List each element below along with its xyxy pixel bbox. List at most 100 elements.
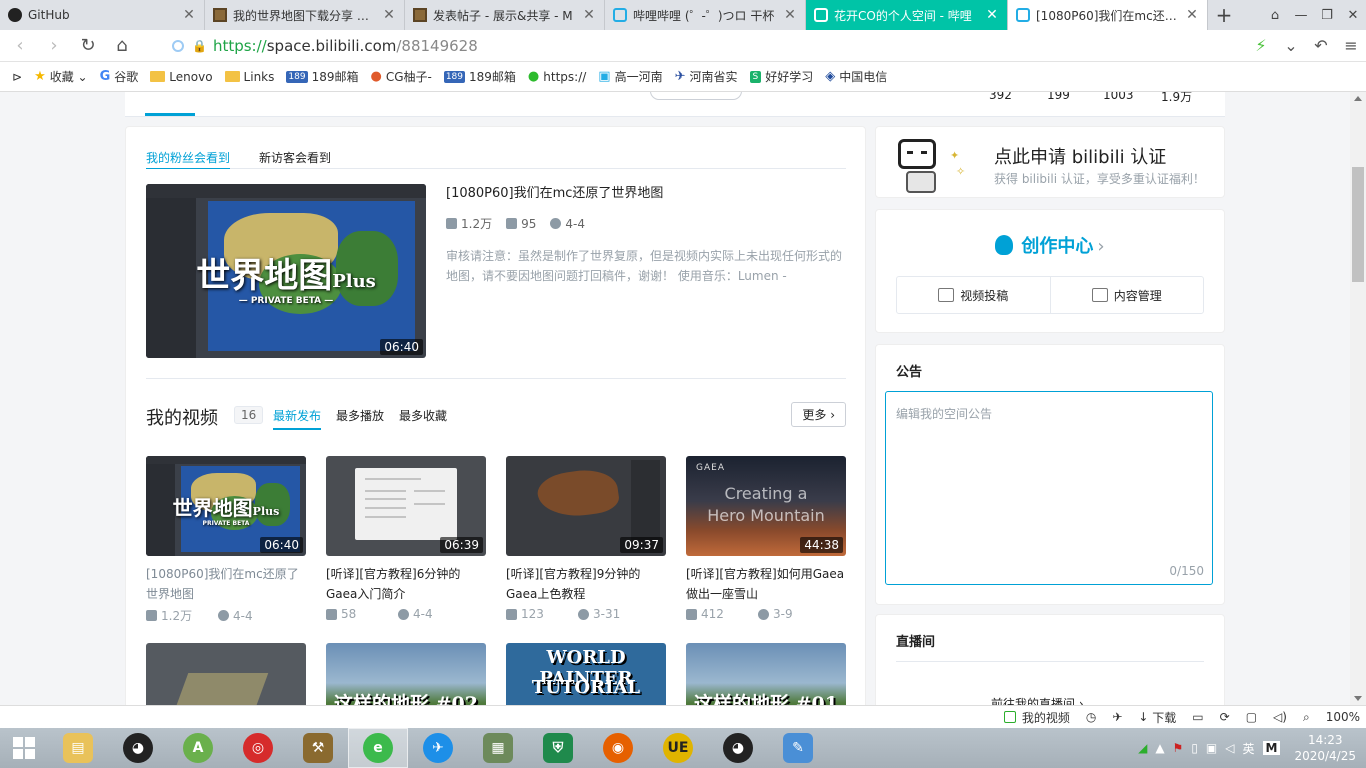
close-icon[interactable]: ✕ [783, 7, 797, 23]
start-button[interactable] [0, 728, 48, 768]
tab-bilibili-video[interactable]: [1080P60]我们在mc还原了 ✕ [1008, 0, 1208, 30]
close-icon[interactable]: ✕ [1185, 7, 1199, 23]
close-icon[interactable]: ✕ [582, 7, 596, 23]
menu-icon[interactable]: ≡ [1336, 36, 1366, 55]
video-thumbnail[interactable]: WORLD PAINTER TUTORIAL [506, 643, 666, 705]
video-thumbnail[interactable]: 06:39 [326, 456, 486, 556]
creator-center-link[interactable]: 创作中心 › [876, 232, 1224, 258]
skin-icon[interactable]: ⌂ [1262, 0, 1288, 30]
video-card[interactable]: 这样的地形 #02 [326, 643, 486, 705]
upload-video-button[interactable]: 视频投稿 [897, 277, 1051, 313]
clock[interactable]: 14:23 2020/4/25 [1294, 732, 1356, 764]
volume-icon[interactable]: ◁) [1273, 710, 1287, 724]
edit-profile-button[interactable] [650, 92, 742, 100]
undo-icon[interactable]: ↶ [1306, 36, 1336, 55]
sort-most-favorited[interactable]: 最多收藏 [399, 407, 447, 424]
video-title[interactable]: [1080P60]我们在mc还原了世界地图 [146, 564, 306, 604]
bookmark-study[interactable]: S 好好学习 [749, 68, 813, 85]
taskbar-netease-music[interactable]: ◎ [228, 728, 288, 768]
maximize-icon[interactable]: ❐ [1314, 0, 1340, 30]
home-icon[interactable]: ⌂ [108, 32, 136, 60]
window-icon[interactable]: ▢ [1246, 710, 1257, 724]
taskbar-360-browser[interactable]: e [348, 728, 408, 768]
taskbar-qq-2[interactable]: ◕ [708, 728, 768, 768]
video-thumbnail[interactable]: 09:37 [506, 456, 666, 556]
video-card[interactable]: GAEA Creating a Hero Mountain 44:38 [听译]… [686, 456, 846, 621]
minimize-icon[interactable]: — [1288, 0, 1314, 30]
video-thumbnail[interactable]: GAEA Creating a Hero Mountain 44:38 [686, 456, 846, 556]
taskbar-file-explorer[interactable]: ▤ [48, 728, 108, 768]
reader-icon[interactable]: ▭ [1192, 710, 1203, 724]
video-card[interactable]: 06:39 [听译][官方教程]6分钟的Gaea入门简介 58 4-4 [326, 456, 486, 621]
wifi-icon[interactable]: ◢ [1138, 741, 1147, 755]
video-thumbnail[interactable]: 这样的地形 #01 [686, 643, 846, 705]
status-download[interactable]: ↓ 下载 [1138, 709, 1176, 726]
video-card[interactable]: WORLD PAINTER TUTORIAL [506, 643, 666, 705]
url-field[interactable]: 🔒 https:// space.bilibili.com /88149628 [172, 37, 1232, 55]
close-icon[interactable]: ✕ [382, 7, 396, 23]
tab-fans-view[interactable]: 我的粉丝会看到 [146, 149, 231, 169]
tab-bilibili-space[interactable]: 花开CO的个人空间 - 哔哩 ✕ [806, 0, 1008, 30]
taskbar-vpn[interactable]: ⛨ [528, 728, 588, 768]
video-card[interactable] [146, 643, 306, 705]
scroll-down-icon[interactable] [1354, 696, 1362, 701]
scroll-up-icon[interactable] [1354, 96, 1362, 101]
certification-card[interactable]: ✦ ✧ 点此申请 bilibili 认证 获得 bilibili 认证，享受多重… [875, 126, 1225, 198]
close-icon[interactable]: ✕ [985, 7, 999, 23]
scrollbar-thumb[interactable] [1352, 167, 1364, 282]
bookmark-cg[interactable]: ● CG柚子- [370, 68, 431, 85]
video-title[interactable]: [听译][官方教程]如何用Gaea做出一座雪山 [686, 564, 846, 604]
video-card[interactable]: 世界地图Plus PRIVATE BETA 06:40 [1080P60]我们在… [146, 456, 306, 624]
zoom-icon[interactable]: ⌕ [1303, 710, 1310, 725]
phone-icon[interactable]: ▯ [1191, 741, 1198, 755]
cert-title[interactable]: 点此申请 bilibili 认证 [994, 143, 1166, 169]
forward-icon[interactable]: › [40, 32, 68, 60]
taskbar-android-studio[interactable]: A [168, 728, 228, 768]
close-icon[interactable]: ✕ [182, 7, 196, 23]
bookmark-bilibili[interactable]: ▣ 高一河南 [598, 68, 662, 85]
tab-visitor-view[interactable]: 新访客会看到 [259, 149, 331, 166]
notice-textarea[interactable]: 编辑我的空间公告 0/150 [885, 391, 1213, 585]
content-manage-button[interactable]: 内容管理 [1051, 277, 1204, 313]
ime-mode-icon[interactable]: M [1262, 741, 1281, 755]
tab-mc-post[interactable]: 发表帖子 - 展示&共享 - M ✕ [405, 0, 605, 30]
bookmark-links[interactable]: Links [224, 70, 274, 84]
bookmark-189mail-2[interactable]: 189 189邮箱 [443, 68, 516, 85]
bookmark-lenovo[interactable]: Lenovo [150, 70, 213, 84]
reload-icon[interactable]: ↻ [74, 32, 102, 60]
go-to-live-link[interactable]: 前往我的直播间 › [991, 695, 1084, 705]
taskbar-shovel[interactable]: ⚒ [288, 728, 348, 768]
pin-icon[interactable]: ✈ [1112, 710, 1122, 724]
tab-mc-map[interactable]: 我的世界地图下载分享 展示 ✕ [205, 0, 405, 30]
video-title[interactable]: [听译][官方教程]9分钟的Gaea上色教程 [506, 564, 666, 604]
flag-icon[interactable]: ⚑ [1173, 741, 1184, 755]
video-thumbnail[interactable]: 这样的地形 #02 [326, 643, 486, 705]
status-my-videos[interactable]: 我的视频 [1003, 709, 1070, 726]
ime-indicator[interactable]: 英 [1243, 740, 1255, 757]
history-icon[interactable]: ◷ [1086, 710, 1096, 724]
sidebar-toggle-icon[interactable]: ⊳ [12, 70, 22, 84]
taskbar-unreal[interactable]: UE [648, 728, 708, 768]
tray-expand-icon[interactable]: ▲ [1155, 741, 1164, 755]
network-icon[interactable]: ▣ [1206, 741, 1217, 755]
page-scrollbar[interactable] [1350, 92, 1366, 705]
video-thumbnail[interactable]: 世界地图Plus PRIVATE BETA 06:40 [146, 456, 306, 556]
bookmark-favorites[interactable]: ★ 收藏 ⌄ [34, 68, 88, 85]
taskbar-photos[interactable]: ▦ [468, 728, 528, 768]
video-card[interactable]: 09:37 [听译][官方教程]9分钟的Gaea上色教程 123 3-31 [506, 456, 666, 621]
taskbar-paint[interactable]: ✎ [768, 728, 828, 768]
speaker-icon[interactable]: ◁ [1225, 741, 1234, 755]
tab-bilibili-home[interactable]: 哔哩哔哩 (゜-゜)つロ 干杯 ✕ [605, 0, 806, 30]
video-title[interactable]: [听译][官方教程]6分钟的Gaea入门简介 [326, 564, 486, 604]
bookmark-wechat[interactable]: ● https:// [528, 69, 586, 84]
new-tab-button[interactable]: + [1208, 0, 1240, 30]
zoom-level[interactable]: 100% [1326, 710, 1360, 724]
sort-most-played[interactable]: 最多播放 [336, 407, 384, 424]
more-button[interactable]: 更多 › [791, 402, 846, 427]
bookmark-school[interactable]: ✈ 河南省实 [675, 68, 738, 85]
taskbar-feishu[interactable]: ✈ [408, 728, 468, 768]
tab-github[interactable]: GitHub ✕ [0, 0, 205, 30]
bookmark-telecom[interactable]: ◈ 中国电信 [825, 68, 887, 85]
chevron-down-icon[interactable]: ⌄ [1276, 36, 1306, 55]
close-window-icon[interactable]: ✕ [1340, 0, 1366, 30]
